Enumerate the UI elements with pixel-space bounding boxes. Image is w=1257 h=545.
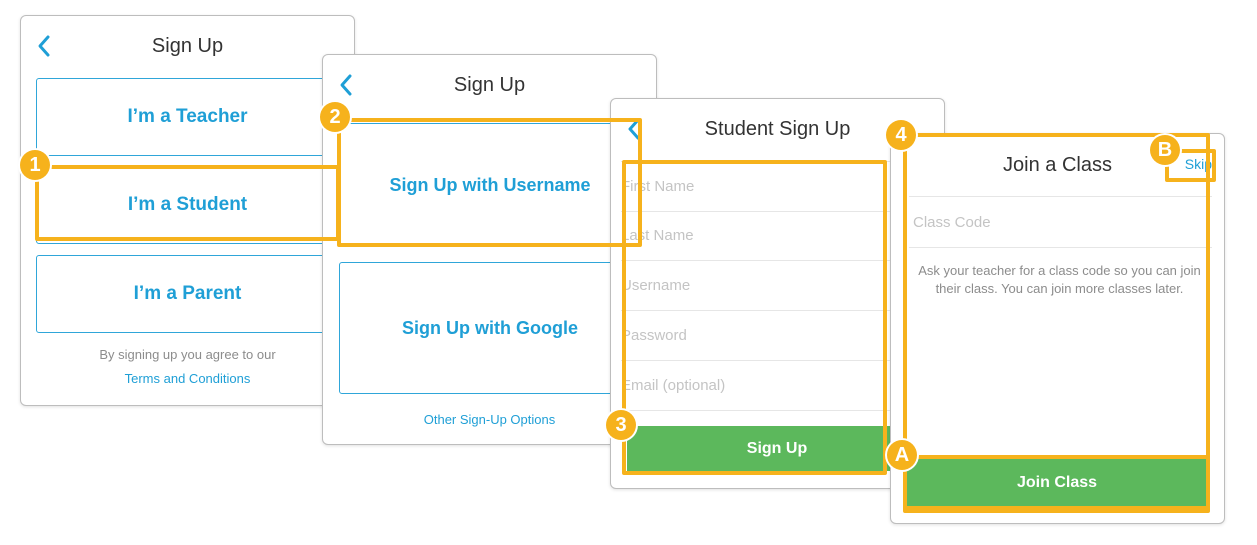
screen-role-select: Sign Up I’m a Teacher I’m a Student I’m … bbox=[20, 15, 355, 406]
username-field[interactable]: Username bbox=[621, 261, 934, 311]
student-button[interactable]: I’m a Student bbox=[36, 166, 339, 244]
step-badge-3: 3 bbox=[606, 410, 636, 440]
step-badge-1: 1 bbox=[20, 150, 50, 180]
terms-link[interactable]: Terms and Conditions bbox=[125, 371, 251, 386]
join-class-button[interactable]: Join Class bbox=[907, 459, 1207, 507]
password-field[interactable]: Password bbox=[621, 311, 934, 361]
email-field[interactable]: Email (optional) bbox=[621, 361, 934, 411]
step-badge-b: B bbox=[1150, 135, 1180, 165]
back-chevron-icon[interactable] bbox=[337, 73, 355, 97]
screen-signup-method: Sign Up Sign Up with Username Sign Up wi… bbox=[322, 54, 657, 445]
class-code-help-text: Ask your teacher for a class code so you… bbox=[918, 263, 1201, 296]
page-title: Join a Class bbox=[1003, 153, 1112, 176]
step-badge-4: 4 bbox=[886, 120, 916, 150]
page-title: Sign Up bbox=[151, 34, 224, 57]
signup-submit-button[interactable]: Sign Up bbox=[627, 426, 927, 471]
skip-link[interactable]: Skip bbox=[1185, 156, 1212, 172]
page-title: Sign Up bbox=[453, 73, 526, 96]
header: Sign Up bbox=[323, 55, 656, 115]
class-code-field[interactable]: Class Code bbox=[909, 196, 1212, 248]
parent-button[interactable]: I’m a Parent bbox=[36, 255, 339, 333]
back-chevron-icon[interactable] bbox=[35, 34, 53, 58]
screen-join-class: Join a Class Skip Class Code Ask your te… bbox=[890, 133, 1225, 524]
header: Sign Up bbox=[21, 16, 354, 76]
signup-username-button[interactable]: Sign Up with Username bbox=[339, 123, 641, 247]
terms-line: Terms and Conditions bbox=[21, 371, 354, 386]
agreement-text: By signing up you agree to our bbox=[99, 347, 276, 362]
page-title: Student Sign Up bbox=[704, 117, 851, 140]
first-name-field[interactable]: First Name bbox=[621, 161, 934, 212]
step-badge-2: 2 bbox=[320, 102, 350, 132]
teacher-button[interactable]: I’m a Teacher bbox=[36, 78, 339, 156]
other-signup-options-link[interactable]: Other Sign-Up Options bbox=[424, 412, 556, 427]
last-name-field[interactable]: Last Name bbox=[621, 211, 934, 261]
step-badge-a: A bbox=[887, 440, 917, 470]
back-chevron-icon[interactable] bbox=[625, 117, 643, 141]
signup-google-button[interactable]: Sign Up with Google bbox=[339, 262, 641, 394]
